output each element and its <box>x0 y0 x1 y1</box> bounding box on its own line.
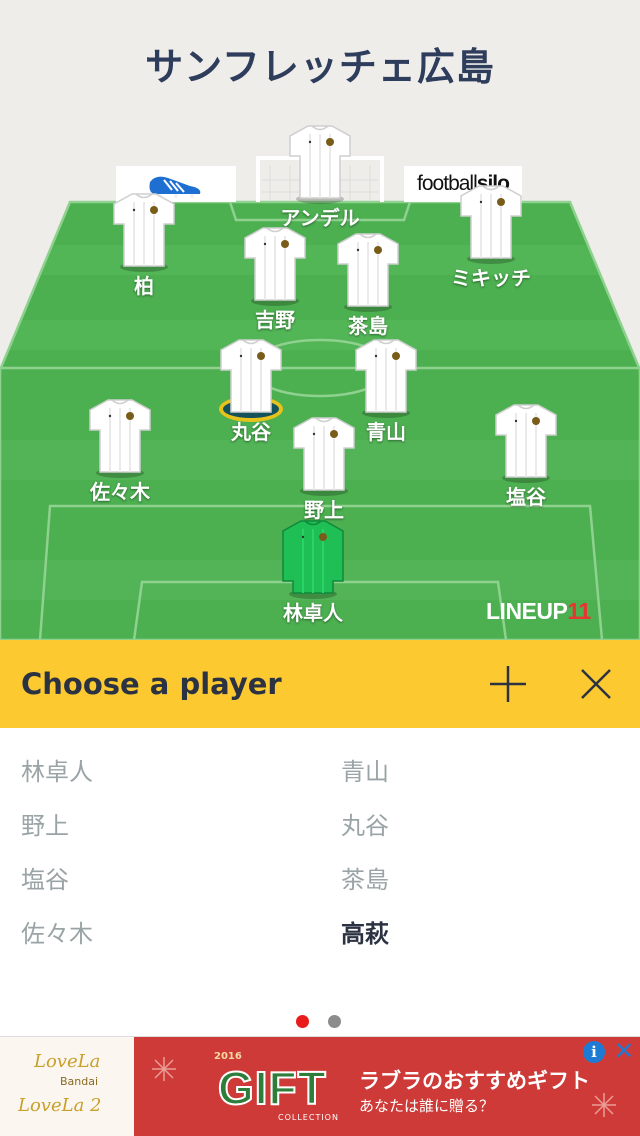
list-item[interactable]: 高萩 <box>341 914 389 949</box>
shirt-icon <box>289 125 351 199</box>
list-item[interactable]: 佐々木 <box>21 914 93 949</box>
close-chooser-button[interactable] <box>574 662 618 706</box>
player-name-label: 茶島 <box>348 314 388 338</box>
brand-text: LINEUP <box>486 598 568 624</box>
ad-headline: GIFT <box>217 1061 327 1115</box>
ad-logo-loveLa2: LoveLa 2 <box>18 1095 102 1116</box>
brand-number: 11 <box>567 598 591 624</box>
shirt-icon <box>113 193 175 267</box>
choose-player-title: Choose a player <box>21 667 282 701</box>
list-item[interactable]: 塩谷 <box>21 860 69 895</box>
player-marker[interactable]: 佐々木 <box>60 398 180 508</box>
list-item[interactable]: 丸谷 <box>341 806 389 841</box>
list-item[interactable]: 野上 <box>21 806 69 841</box>
shirt-icon <box>220 339 282 413</box>
player-marker[interactable]: 林卓人 <box>253 519 373 629</box>
player-marker[interactable]: 野上 <box>264 416 384 526</box>
plus-icon <box>490 666 526 702</box>
player-marker[interactable]: 塩谷 <box>466 403 586 513</box>
goalkeeper-shirt-icon <box>282 520 344 594</box>
shirt-icon <box>293 417 355 491</box>
player-marker[interactable]: アンデル <box>260 124 380 234</box>
ad-tagline: ラブラのおすすめギフト <box>359 1069 590 1093</box>
formation-area: サンフレッチェ広島 football silo アンデル 柏 ミキッチ 吉野 茶… <box>0 0 640 640</box>
ad-collection: COLLECTION <box>278 1113 339 1122</box>
player-name-label: 林卓人 <box>283 601 343 625</box>
ad-logo-loveLa: LoveLa <box>34 1051 101 1072</box>
ad-subline: あなたは誰に贈る？ <box>359 1097 495 1115</box>
player-name-label: 塩谷 <box>506 485 546 509</box>
add-player-button[interactable] <box>486 662 530 706</box>
player-marker[interactable]: 茶島 <box>308 232 428 342</box>
player-list: 林卓人 野上 塩谷 佐々木 青山 丸谷 茶島 高萩 <box>0 728 640 1018</box>
player-name-label: ミキッチ <box>451 266 531 290</box>
shirt-icon <box>355 339 417 413</box>
shirt-icon <box>337 233 399 307</box>
pager-dot[interactable] <box>328 1015 341 1028</box>
ad-logo-sub: Bandai <box>60 1075 99 1088</box>
lineup11-logo: LINEUP11 <box>486 598 591 625</box>
list-item[interactable]: 茶島 <box>341 860 389 895</box>
shirt-icon <box>460 185 522 259</box>
ad-logo-panel: LoveLa Bandai LoveLa 2 <box>0 1037 134 1136</box>
list-item[interactable]: 青山 <box>341 752 389 787</box>
player-name-label: 柏 <box>134 274 154 298</box>
ad-banner[interactable]: LoveLa Bandai LoveLa 2 2016 GIFT COLLECT… <box>0 1036 640 1136</box>
close-icon <box>581 669 611 699</box>
info-icon[interactable]: i <box>583 1041 605 1063</box>
player-marker[interactable]: 柏 <box>84 192 204 302</box>
pager-dot-active[interactable] <box>296 1015 309 1028</box>
ad-close-icon[interactable]: ✕ <box>612 1039 636 1063</box>
shirt-icon <box>495 404 557 478</box>
shirt-icon <box>244 227 306 301</box>
choose-player-bar: Choose a player <box>0 640 640 728</box>
list-item[interactable]: 林卓人 <box>21 752 93 787</box>
player-name-label: 佐々木 <box>90 480 150 504</box>
shirt-icon <box>89 399 151 473</box>
player-marker[interactable]: ミキッチ <box>431 184 551 294</box>
ad-main-panel: 2016 GIFT COLLECTION ラブラのおすすめギフト あなたは誰に贈… <box>134 1037 640 1136</box>
